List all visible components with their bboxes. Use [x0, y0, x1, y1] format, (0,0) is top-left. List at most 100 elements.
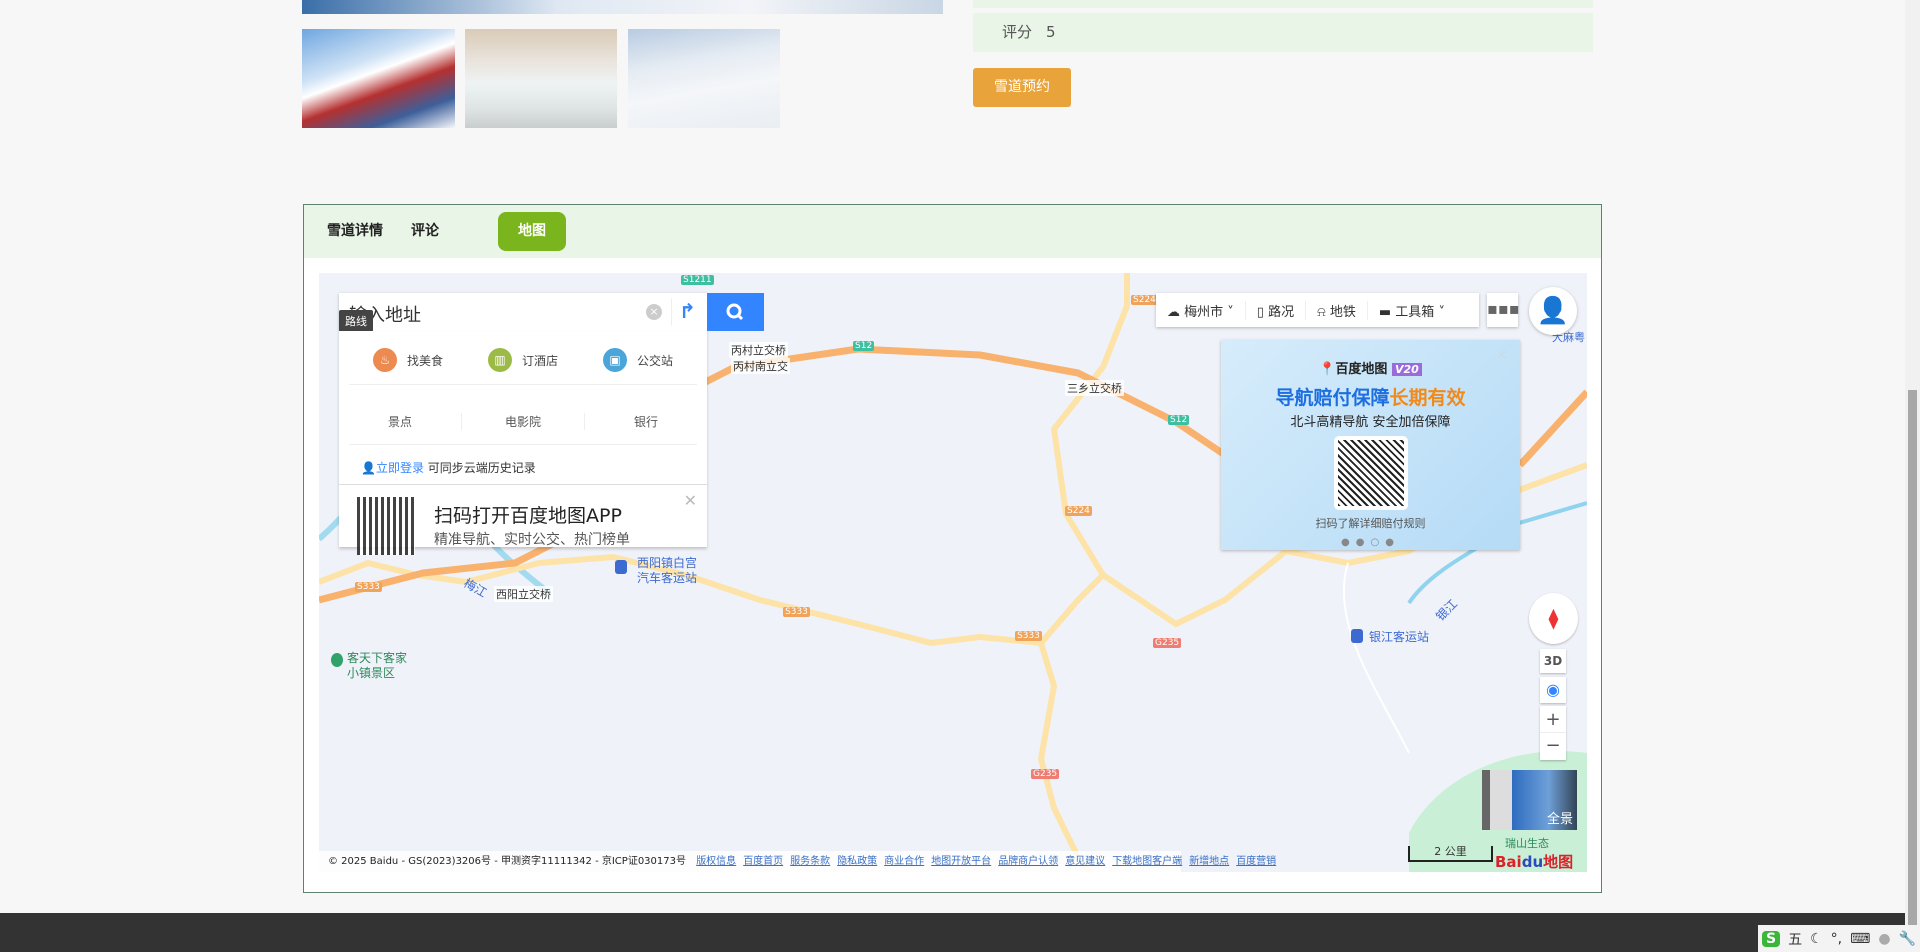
- moon-icon[interactable]: ☾: [1810, 931, 1823, 947]
- city-select[interactable]: ☁ 梅州市 ˅: [1156, 300, 1246, 320]
- locate-icon[interactable]: ◉: [1540, 677, 1566, 703]
- road-shield: S1211: [681, 275, 714, 285]
- map-toolbar: ☁ 梅州市 ˅ ▯ 路况 ⍾ 地铁 ▬ 工具箱 ˅: [1156, 293, 1479, 327]
- quick-hotel[interactable]: ▥ 订酒店: [488, 348, 558, 372]
- login-hint: 可同步云端历史记录: [427, 461, 536, 475]
- thumbnail-3[interactable]: [628, 29, 780, 128]
- footer-link[interactable]: 下载地图客户端: [1112, 856, 1182, 867]
- page-footer: [0, 913, 1905, 952]
- zoom-in-button[interactable]: +: [1540, 706, 1566, 733]
- qr-code: [357, 497, 415, 555]
- footer-link[interactable]: 版权信息: [696, 856, 736, 867]
- user-icon[interactable]: ●: [1878, 931, 1890, 947]
- compass-icon[interactable]: ⧫: [1529, 593, 1578, 644]
- road-shield: S12: [1168, 415, 1190, 425]
- punctuation-icon[interactable]: °,: [1831, 931, 1842, 947]
- footer-link[interactable]: 品牌商户认领: [998, 856, 1058, 867]
- promo-ad[interactable]: 📍百度地图 V20 导航赔付保障长期有效 北斗高精导航 安全加倍保障 扫码了解详…: [1221, 340, 1520, 550]
- category-cinema[interactable]: 电影院: [462, 413, 585, 430]
- category-scenic[interactable]: 景点: [339, 413, 462, 430]
- tab-comments[interactable]: 评论: [401, 212, 449, 251]
- user-icon: 👤: [361, 461, 376, 475]
- footer-link[interactable]: 意见建议: [1065, 856, 1105, 867]
- keyboard-icon[interactable]: ⌨: [1850, 931, 1870, 947]
- info-row: [973, 0, 1593, 8]
- footer-link[interactable]: 新增地点: [1189, 856, 1229, 867]
- quick-food[interactable]: ♨ 找美食: [373, 348, 443, 372]
- app-promo-title: 扫码打开百度地图APP: [434, 505, 622, 527]
- road-shield: S12: [853, 341, 875, 351]
- bus-station-icon: [1351, 629, 1363, 643]
- quick-bus[interactable]: ▣ 公交站: [603, 348, 673, 372]
- road-shield: S333: [355, 582, 382, 592]
- scale-bar: 2 公里: [1408, 846, 1493, 862]
- footer-link[interactable]: 百度营销: [1236, 856, 1276, 867]
- road-shield: S333: [1015, 631, 1042, 641]
- search-dropdown: ♨ 找美食 ▥ 订酒店 ▣ 公交站 景点 电影院 银行 👤立即登录 可同步云端历史记录 扫…: [339, 331, 707, 555]
- zoom-out-button[interactable]: −: [1540, 733, 1566, 760]
- clear-icon[interactable]: ×: [646, 304, 662, 320]
- panorama-thumbnail[interactable]: 全景: [1482, 770, 1577, 830]
- footer-link[interactable]: 隐私政策: [837, 856, 877, 867]
- route-icon[interactable]: ↱: [679, 299, 696, 323]
- close-icon[interactable]: ✕: [1495, 346, 1508, 364]
- rating-label: 评分: [1002, 23, 1033, 41]
- route-tooltip: 路线: [339, 310, 373, 332]
- traffic-button[interactable]: ▯ 路况: [1246, 300, 1307, 320]
- map-footer: © 2025 Baidu - GS(2023)3206号 - 甲测资字11111…: [319, 851, 1276, 872]
- sogou-icon[interactable]: S: [1762, 930, 1781, 947]
- scenic-icon: [331, 653, 343, 667]
- carousel-dots[interactable]: ●●○●: [1221, 537, 1520, 548]
- app-promo-subtitle: 精准导航、实时公交、热门榜单: [434, 532, 630, 548]
- main-image: [302, 0, 943, 14]
- footer-link[interactable]: 服务条款: [790, 856, 830, 867]
- bus-station-icon: [615, 560, 627, 574]
- bus-icon: ▣: [603, 348, 627, 372]
- map-label: 三乡立交桥: [1065, 380, 1124, 396]
- scrollbar-thumb[interactable]: [1908, 390, 1917, 925]
- thumbnail-1[interactable]: [302, 29, 455, 128]
- avatar[interactable]: 👤: [1529, 287, 1577, 335]
- ime-mode[interactable]: 五: [1788, 929, 1802, 949]
- baidu-map[interactable]: S1211 S12 S12 S224 S224 S333 S333 S333 G…: [319, 273, 1587, 872]
- zoom-control: + −: [1540, 706, 1566, 760]
- map-label: 瑞山生态: [1505, 837, 1549, 850]
- road-shield: G235: [1153, 638, 1182, 648]
- 3d-button[interactable]: 3D: [1540, 649, 1566, 673]
- category-bank[interactable]: 银行: [585, 413, 707, 430]
- map-label: 西阳立交桥: [494, 586, 553, 602]
- tab-map[interactable]: 地图: [498, 212, 566, 251]
- road-shield: S224: [1131, 295, 1158, 305]
- footer-link[interactable]: 地图开放平台: [931, 856, 991, 867]
- food-icon: ♨: [373, 348, 397, 372]
- poi-label[interactable]: 西阳镇白宫 汽车客运站: [637, 556, 697, 586]
- tab-details[interactable]: 雪道详情: [317, 212, 393, 251]
- road-shield: S224: [1065, 506, 1092, 516]
- wrench-icon[interactable]: 🔧: [1899, 931, 1916, 947]
- map-label: 丙村南立交: [731, 358, 790, 374]
- close-icon[interactable]: ✕: [684, 491, 697, 510]
- map-label: 丙村立交桥: [729, 342, 788, 358]
- search-button[interactable]: [707, 293, 764, 331]
- baidu-logo: Baidu地图: [1495, 853, 1574, 871]
- hotel-icon: ▥: [488, 348, 512, 372]
- book-slope-button[interactable]: 雪道预约: [973, 68, 1071, 107]
- ime-toolbar: S 五 ☾ °, ⌨ ● 🔧: [1758, 925, 1920, 952]
- tab-bar: 雪道详情 评论 地图: [304, 205, 1601, 258]
- qr-code: [1337, 440, 1404, 506]
- search-icon: [726, 303, 744, 321]
- poi-label[interactable]: 客天下客家 小镇景区: [347, 651, 407, 681]
- toolbox-button[interactable]: ▬ 工具箱 ˅: [1368, 301, 1456, 320]
- road-shield: G235: [1031, 769, 1060, 779]
- thumbnail-2[interactable]: [465, 29, 617, 128]
- search-input[interactable]: 输入地址 × ↱: [339, 293, 707, 331]
- footer-link[interactable]: 商业合作: [884, 856, 924, 867]
- message-icon[interactable]: ▪▪▪: [1487, 293, 1520, 327]
- login-link[interactable]: 立即登录: [376, 461, 424, 475]
- footer-link[interactable]: 百度首页: [743, 856, 783, 867]
- rating-value: 5: [1046, 23, 1056, 41]
- poi-label[interactable]: 银江客运站: [1369, 630, 1429, 645]
- rating-row: 评分 5: [973, 13, 1593, 52]
- subway-button[interactable]: ⍾ 地铁: [1306, 300, 1368, 320]
- road-shield: S333: [783, 607, 810, 617]
